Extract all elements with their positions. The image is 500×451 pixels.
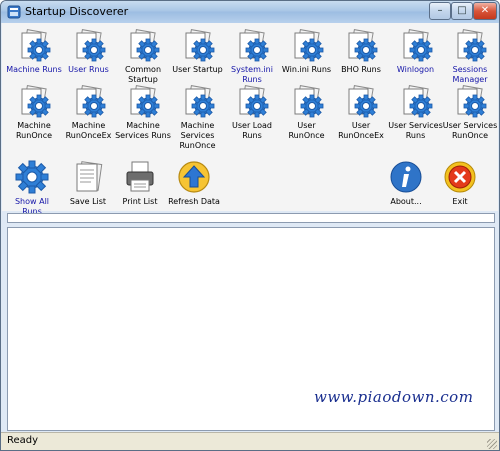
doc-gear-icon <box>348 85 378 118</box>
about-button[interactable]: About... <box>378 160 434 207</box>
refresh-data-button[interactable]: Refresh Data <box>166 160 222 207</box>
runonce-category-label-1: Machine RunOnce <box>15 121 53 140</box>
run-category-button-7[interactable]: BHO Runs <box>333 28 389 75</box>
runonce-category-label-2: Machine RunOnceEx <box>65 121 112 140</box>
window-title: Startup Discoverer <box>25 5 129 18</box>
watermark-text: www.piaodown.com <box>314 388 474 406</box>
exit-button[interactable]: Exit <box>432 160 488 207</box>
exit-icon <box>444 161 476 193</box>
runonce-category-label-4: Machine Services RunOnce <box>179 121 216 150</box>
show-all-runs-button[interactable]: Show All Runs <box>4 160 60 217</box>
runonce-category-label-9: User Services RunOnce <box>442 121 498 140</box>
printer-icon <box>126 161 154 192</box>
runonce-category-label-6: User RunOnce <box>288 121 325 140</box>
run-category-label-2: User Rnus <box>68 65 109 74</box>
title-bar[interactable]: Startup Discoverer – □ ✕ <box>1 1 499 23</box>
runonce-category-button-6[interactable]: User RunOnce <box>279 84 335 141</box>
runonce-category-button-1[interactable]: Machine RunOnce <box>6 84 62 141</box>
run-category-button-1[interactable]: Machine Runs <box>6 28 62 75</box>
gear-icon <box>15 160 49 194</box>
run-category-label-9: Sessions Manager <box>452 65 488 84</box>
print-list-button[interactable]: Print List <box>112 160 168 207</box>
doc-gear-icon <box>457 85 487 118</box>
runonce-category-label-7: User RunOnceEx <box>338 121 384 140</box>
document-list-icon <box>76 161 103 192</box>
run-category-label-8: Winlogon <box>396 65 435 74</box>
run-category-label-6: Win.ini Runs <box>281 65 332 74</box>
run-category-label-1: Machine Runs <box>6 65 62 74</box>
run-category-label-3: Common Startup <box>124 65 162 84</box>
run-category-button-9[interactable]: Sessions Manager <box>442 28 498 85</box>
resize-grip[interactable] <box>487 439 497 449</box>
save-list-button[interactable]: Save List <box>60 160 116 207</box>
status-text: Ready <box>7 435 39 446</box>
maximize-button[interactable]: □ <box>451 2 473 20</box>
print-list-label: Print List <box>122 197 158 206</box>
up-arrow-icon <box>178 161 210 193</box>
run-category-button-6[interactable]: Win.ini Runs <box>279 28 335 75</box>
runonce-category-button-7[interactable]: User RunOnceEx <box>333 84 389 141</box>
doc-gear-icon <box>239 85 269 118</box>
runonce-category-label-8: User Services Runs <box>388 121 443 140</box>
progress-bar <box>7 213 495 223</box>
doc-gear-icon <box>21 29 51 62</box>
doc-gear-icon <box>348 29 378 62</box>
exit-label: Exit <box>452 197 468 206</box>
run-category-button-8[interactable]: Winlogon <box>388 28 444 75</box>
run-category-button-2[interactable]: User Rnus <box>61 28 117 75</box>
doc-gear-icon <box>403 85 432 118</box>
runonce-category-button-2[interactable]: Machine RunOnceEx <box>61 84 117 141</box>
doc-gear-icon <box>76 29 105 62</box>
close-button[interactable]: ✕ <box>473 2 497 20</box>
about-label: About... <box>390 197 422 206</box>
refresh-data-label: Refresh Data <box>168 197 220 206</box>
doc-gear-icon <box>403 29 432 62</box>
save-list-label: Save List <box>69 197 107 206</box>
runonce-category-button-4[interactable]: Machine Services RunOnce <box>170 84 226 151</box>
doc-gear-icon <box>294 85 323 118</box>
run-category-button-3[interactable]: Common Startup <box>115 28 171 85</box>
doc-gear-icon <box>76 85 105 118</box>
run-category-button-5[interactable]: System.ini Runs <box>224 28 280 85</box>
run-category-label-4: User Startup <box>172 65 223 74</box>
minimize-button[interactable]: – <box>429 2 451 20</box>
doc-gear-icon <box>130 85 160 118</box>
runonce-category-button-8[interactable]: User Services Runs <box>388 84 444 141</box>
doc-gear-icon <box>294 29 323 62</box>
runonce-category-button-3[interactable]: Machine Services Runs <box>115 84 171 141</box>
runonce-category-button-9[interactable]: User Services RunOnce <box>442 84 498 141</box>
doc-gear-icon <box>185 85 214 118</box>
doc-gear-icon <box>21 85 51 118</box>
doc-gear-icon <box>457 29 487 62</box>
status-bar: Ready <box>1 432 499 450</box>
doc-gear-icon <box>239 29 269 62</box>
results-list[interactable]: www.piaodown.com <box>7 227 495 431</box>
runonce-category-label-3: Machine Services Runs <box>115 121 171 140</box>
app-window: Startup Discoverer – □ ✕ Machine Runs Use… <box>0 0 500 451</box>
app-icon <box>7 5 21 19</box>
info-icon <box>390 161 422 193</box>
run-category-label-7: BHO Runs <box>341 65 381 74</box>
runonce-category-button-5[interactable]: User Load Runs <box>224 84 280 141</box>
run-category-label-5: System.ini Runs <box>231 65 273 84</box>
runonce-category-label-5: User Load Runs <box>232 121 272 140</box>
toolbar: Machine Runs User Rnus Common Startup User … <box>2 23 498 216</box>
doc-gear-icon <box>185 29 214 62</box>
doc-gear-icon <box>130 29 160 62</box>
run-category-button-4[interactable]: User Startup <box>170 28 226 75</box>
